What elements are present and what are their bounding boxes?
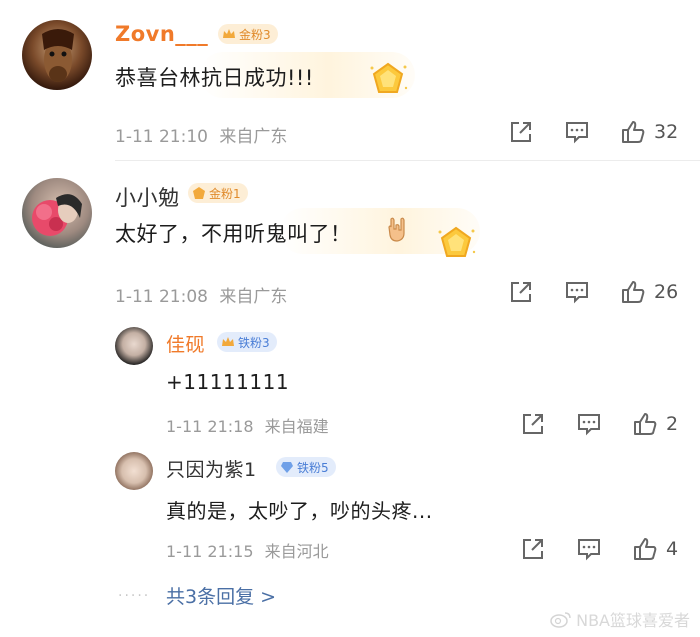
like-icon[interactable] xyxy=(620,279,646,305)
comment-item: 小小勉 金粉1 太好了，不用听鬼叫了！ 1-11 21:08 来自广东 26 佳… xyxy=(0,160,700,630)
comment-actions: 26 xyxy=(508,279,678,305)
comment-text: 太好了，不用听鬼叫了！ xyxy=(115,222,352,246)
diamond-icon xyxy=(281,462,293,473)
like-count: 32 xyxy=(654,121,679,143)
more-replies-leader: ····· xyxy=(118,588,151,604)
reply-avatar[interactable] xyxy=(115,327,153,365)
watermark: NBA篮球喜爱者 xyxy=(550,607,690,631)
comment-meta: 1-11 21:10 来自广东 xyxy=(115,122,287,147)
comment-meta: 1-11 21:08 来自广东 xyxy=(115,282,287,307)
weibo-logo-icon xyxy=(550,612,571,628)
flower-avatar-image xyxy=(32,194,82,236)
watermark-text: NBA篮球喜爱者 xyxy=(576,611,690,630)
badge-label: 铁粉5 xyxy=(297,460,329,475)
gold-badge-icon xyxy=(193,187,205,199)
gold-badge-sticker-icon xyxy=(438,226,476,257)
avatar[interactable] xyxy=(22,20,92,90)
like-count: 4 xyxy=(666,538,679,560)
commenter-name[interactable]: Zovn___ xyxy=(115,22,208,46)
comment-text: 恭喜台林抗日成功!!! xyxy=(115,66,314,90)
reply-meta: 1-11 21:18 来自福建 xyxy=(166,413,329,437)
reply-time: 1-11 21:18 xyxy=(166,417,254,436)
comment-location: 来自广东 xyxy=(219,127,288,147)
fan-badge[interactable]: 金粉3 xyxy=(218,24,278,44)
reply-actions: 2 xyxy=(520,411,678,437)
like-count: 26 xyxy=(654,281,679,303)
share-icon[interactable] xyxy=(520,411,546,437)
comment-time: 1-11 21:08 xyxy=(115,287,208,307)
reply-text: 真的是，太吵了，吵的头疼... xyxy=(166,499,433,523)
reply-location: 来自福建 xyxy=(264,417,329,436)
share-icon[interactable] xyxy=(508,119,534,145)
like-icon[interactable] xyxy=(632,536,658,562)
rock-on-hand-icon xyxy=(388,217,405,242)
share-icon[interactable] xyxy=(520,536,546,562)
like-count: 2 xyxy=(666,413,679,435)
fan-badge[interactable]: 金粉1 xyxy=(188,183,248,203)
reply-author-name[interactable]: 只因为紫1 xyxy=(166,455,257,482)
comment-icon[interactable] xyxy=(564,119,590,145)
reply-meta: 1-11 21:15 来自河北 xyxy=(166,538,329,562)
commenter-name[interactable]: 小小勉 xyxy=(115,182,180,212)
gold-badge-sticker-icon xyxy=(370,62,408,93)
badge-label: 铁粉3 xyxy=(238,335,270,350)
horse-avatar-image xyxy=(42,29,74,82)
comment-location: 来自广东 xyxy=(219,287,288,307)
reply-author-name[interactable]: 佳砚 xyxy=(166,330,205,357)
reply-actions: 4 xyxy=(520,536,678,562)
comment-actions: 32 xyxy=(508,119,678,145)
like-icon[interactable] xyxy=(620,119,646,145)
reply-text: +11111111 xyxy=(166,370,290,394)
reply-avatar[interactable] xyxy=(115,452,153,490)
reply-time: 1-11 21:15 xyxy=(166,542,254,561)
reply-location: 来自河北 xyxy=(264,542,329,561)
share-icon[interactable] xyxy=(508,279,534,305)
avatar[interactable] xyxy=(22,178,92,248)
fan-badge[interactable]: 铁粉5 xyxy=(276,457,336,477)
more-replies-link[interactable]: 共3条回复 > xyxy=(166,582,276,609)
comment-time: 1-11 21:10 xyxy=(115,127,208,147)
crown-icon xyxy=(222,337,234,346)
comment-item: Zovn___ 金粉3 恭喜台林抗日成功!!! 1-11 21:10 来自广东 … xyxy=(0,0,700,160)
comment-icon[interactable] xyxy=(564,279,590,305)
badge-label: 金粉1 xyxy=(209,186,241,201)
badge-label: 金粉3 xyxy=(239,27,271,42)
comment-icon[interactable] xyxy=(576,411,602,437)
crown-icon xyxy=(223,29,235,38)
comment-icon[interactable] xyxy=(576,536,602,562)
fan-badge[interactable]: 铁粉3 xyxy=(217,332,277,352)
like-icon[interactable] xyxy=(632,411,658,437)
